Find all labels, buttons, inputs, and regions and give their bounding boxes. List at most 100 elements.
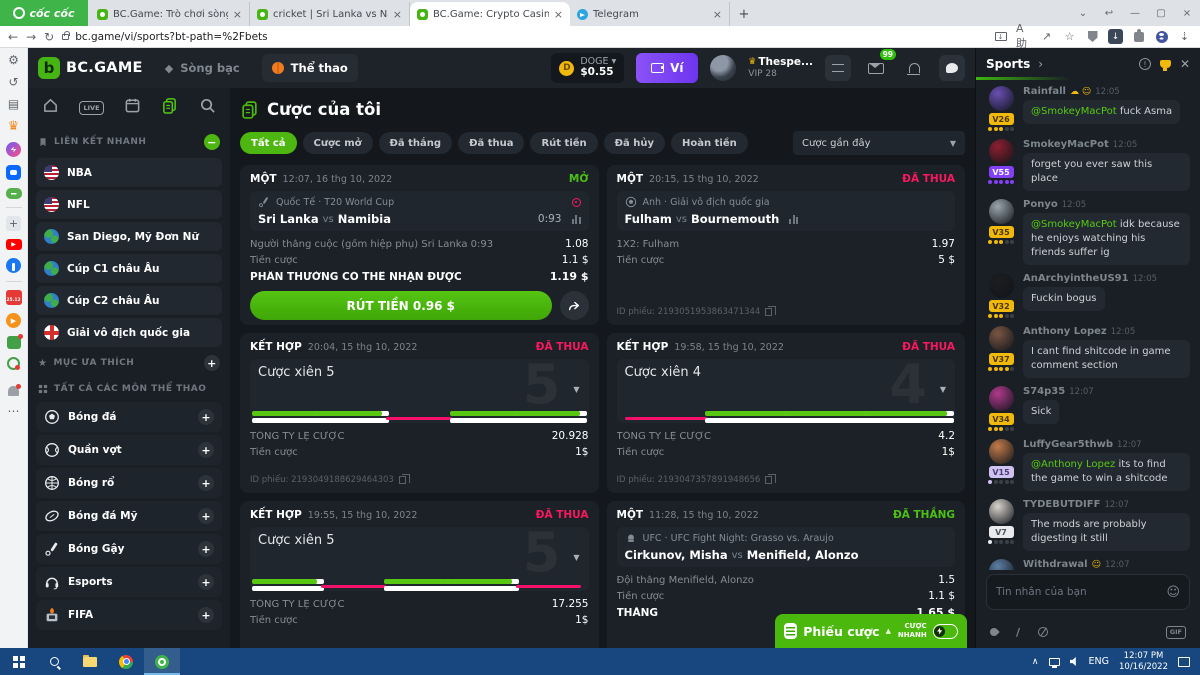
calendar-shortcut-icon[interactable]: 25.12 xyxy=(6,290,22,305)
translate-icon[interactable]: A助 xyxy=(1016,29,1031,44)
bookmark-star-icon[interactable]: ☆ xyxy=(1062,29,1077,44)
chat-mention[interactable]: @SmokeyMacPot xyxy=(1031,219,1120,230)
wallet-button[interactable]: Ví xyxy=(636,53,698,83)
stats-icon[interactable] xyxy=(789,215,798,224)
transactions-button[interactable] xyxy=(825,55,851,81)
sidebar-quick-link[interactable]: NFL xyxy=(36,190,222,219)
chat-mention[interactable]: @Anthony Lopez xyxy=(1031,459,1118,470)
combo-panel[interactable]: Cược xiên 5 5 ▼ xyxy=(250,527,589,591)
avatar[interactable] xyxy=(989,439,1014,464)
avatar[interactable] xyxy=(989,326,1014,351)
downloads-tray-icon[interactable]: ⇣ xyxy=(1177,29,1192,44)
sidebar-quick-link[interactable]: San Diego, Mỹ Đơn Nữ xyxy=(36,222,222,251)
cashout-button[interactable]: RÚT TIỀN 0.96 $ xyxy=(250,291,552,320)
sidebar-quick-link[interactable]: Giải vô địch quốc gia xyxy=(36,318,222,347)
coccoc-taskbar-icon[interactable] xyxy=(144,648,180,675)
restore-tab-icon[interactable]: ↩ xyxy=(1096,8,1122,19)
maximize-button[interactable]: ▢ xyxy=(1148,8,1174,19)
expand-plus-button[interactable]: + xyxy=(198,409,214,425)
adblock-shield-icon[interactable] xyxy=(1085,29,1100,44)
avatar[interactable] xyxy=(989,386,1014,411)
sidebar-sport-item[interactable]: Bóng đá + xyxy=(36,402,222,432)
avatar[interactable] xyxy=(989,559,1014,570)
chat-username[interactable]: TYDEBUTDIFF xyxy=(1023,499,1100,510)
chevron-down-icon[interactable]: ▼ xyxy=(940,385,946,394)
zalo-icon[interactable] xyxy=(6,165,21,180)
tab-close-icon[interactable]: × xyxy=(554,8,563,21)
avatar[interactable] xyxy=(989,499,1014,524)
chrome-icon[interactable] xyxy=(108,648,144,675)
my-bets-icon[interactable] xyxy=(161,97,178,118)
taskbar-search-icon[interactable] xyxy=(36,648,72,675)
quickbet-toggle[interactable] xyxy=(933,624,958,639)
start-button[interactable] xyxy=(0,648,36,675)
file-explorer-icon[interactable] xyxy=(72,648,108,675)
notifications-button[interactable] xyxy=(901,55,927,81)
chat-username[interactable]: Anthony Lopez xyxy=(1023,326,1107,337)
single-panel[interactable]: UFC · UFC Fight Night: Grasso vs. Araujo… xyxy=(617,527,956,567)
send-to-device-icon[interactable]: ↓ xyxy=(993,29,1008,44)
avatar[interactable] xyxy=(989,273,1014,298)
chat-username[interactable]: Rainfall xyxy=(1023,86,1066,97)
chat-username[interactable]: LuffyGear5thwb xyxy=(1023,439,1113,450)
tray-expand-icon[interactable]: ∧ xyxy=(1032,657,1039,667)
sidebar-sport-item[interactable]: FIFA + xyxy=(36,600,222,630)
expand-plus-button[interactable]: + xyxy=(198,607,214,623)
chat-rules-info-icon[interactable]: ! xyxy=(1139,58,1151,70)
schedule-calendar-icon[interactable] xyxy=(124,97,141,118)
search-icon[interactable] xyxy=(199,97,216,118)
filter-pill[interactable]: Đã thua xyxy=(458,132,524,154)
url-field[interactable]: bc.game/vi/sports?bt-path=%2Fbets xyxy=(62,31,985,43)
expand-plus-button[interactable]: + xyxy=(198,541,214,557)
more-dots-icon[interactable]: ⋯ xyxy=(8,404,20,418)
tab-close-icon[interactable]: × xyxy=(713,8,722,21)
notifications-bell-icon[interactable] xyxy=(8,386,19,396)
copy-icon[interactable] xyxy=(399,476,406,484)
crown-icon[interactable]: ♛ xyxy=(8,119,20,134)
home-icon[interactable] xyxy=(42,97,59,118)
chat-username[interactable]: Withdrawal xyxy=(1023,559,1088,570)
share-button[interactable] xyxy=(560,291,589,320)
search-promo-icon[interactable] xyxy=(7,357,20,370)
chevron-down-icon[interactable]: ▼ xyxy=(573,385,579,394)
user-info[interactable]: ♛Thespe... VIP 28 xyxy=(748,56,813,80)
collapse-minus-button[interactable]: − xyxy=(204,134,220,150)
filter-pill[interactable]: Hoàn tiền xyxy=(671,132,748,154)
browser-tab[interactable]: Telegram × xyxy=(570,2,730,26)
network-icon[interactable] xyxy=(1049,658,1060,666)
minimize-button[interactable]: — xyxy=(1122,8,1148,19)
close-button[interactable]: × xyxy=(1174,8,1200,19)
expand-plus-button[interactable]: + xyxy=(198,574,214,590)
chat-toggle-button[interactable] xyxy=(939,55,965,81)
sidebar-sport-item[interactable]: Quần vợt + xyxy=(36,435,222,465)
language-indicator[interactable]: ENG xyxy=(1089,656,1109,667)
sidebar-sport-item[interactable]: Bóng rổ + xyxy=(36,468,222,498)
filter-pill[interactable]: Đã thắng xyxy=(379,132,453,154)
filter-pill[interactable]: Tất cả xyxy=(240,132,297,154)
youtube-icon[interactable]: ▶ xyxy=(6,239,22,250)
tab-close-icon[interactable]: × xyxy=(233,8,242,21)
chat-mention[interactable]: @SmokeyMacPot xyxy=(1031,106,1120,117)
expand-plus-button[interactable]: + xyxy=(198,442,214,458)
chat-username[interactable]: SmokeyMacPot xyxy=(1023,139,1109,150)
reload-icon[interactable]: ↻ xyxy=(44,30,54,44)
sidebar-quick-link[interactable]: Cúp C2 châu Âu xyxy=(36,286,222,315)
combo-panel[interactable]: Cược xiên 5 5 ▼ xyxy=(250,359,589,423)
expand-plus-button[interactable]: + xyxy=(198,475,214,491)
news-feed-icon[interactable]: ▤ xyxy=(8,97,19,111)
filter-pill[interactable]: Đã hủy xyxy=(604,132,665,154)
single-panel[interactable]: Quốc Tế · T20 World Cup Sri Lanka vs Nam… xyxy=(250,191,589,231)
currency-selector[interactable]: D DOGE▾ $0.55 xyxy=(551,53,624,83)
nav-sports[interactable]: Thể thao xyxy=(262,54,358,82)
tab-close-icon[interactable]: × xyxy=(393,8,402,21)
sidebar-quick-link[interactable]: NBA xyxy=(36,158,222,187)
chat-username[interactable]: Ponyo xyxy=(1023,199,1058,210)
new-tab-button[interactable]: + xyxy=(734,4,754,24)
chat-username[interactable]: AnArchyintheUS91 xyxy=(1023,273,1129,284)
games-icon[interactable] xyxy=(6,188,22,199)
settings-gear-icon[interactable]: ⚙ xyxy=(8,53,19,67)
taskbar-clock[interactable]: 12:07 PM 10/16/2022 xyxy=(1119,651,1168,672)
extensions-puzzle-icon[interactable] xyxy=(1131,29,1146,44)
sidebar-sport-item[interactable]: Bóng Gậy + xyxy=(36,534,222,564)
add-shortcut-icon[interactable]: + xyxy=(6,216,21,231)
